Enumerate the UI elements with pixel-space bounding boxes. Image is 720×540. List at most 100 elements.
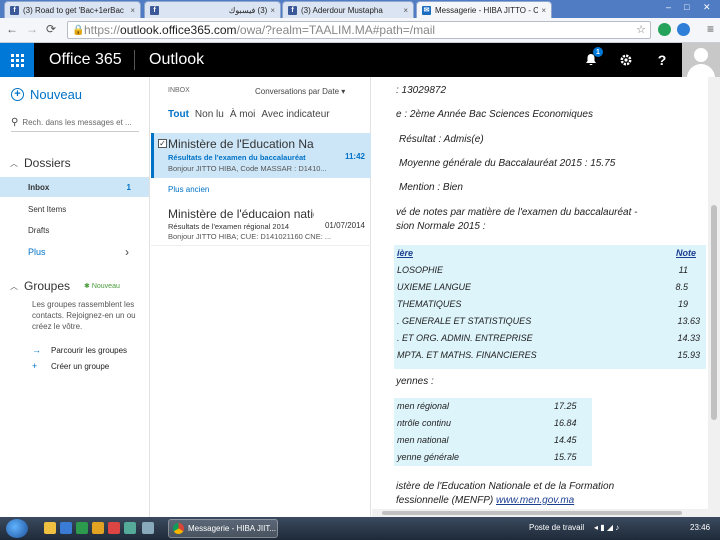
reload-icon[interactable]: ⟳ <box>46 22 56 36</box>
more-folders-link[interactable]: Plus › <box>0 242 149 262</box>
new-message-button[interactable]: + Nouveau <box>11 87 82 102</box>
notifications-bell-icon[interactable]: 1 <box>573 43 609 77</box>
tray-icons[interactable]: ◂ ▮ ◢ ♪ <box>594 523 619 532</box>
facebook-icon: f <box>288 5 297 15</box>
filter-bar: Tout Non lu À moi Avec indicateur <box>168 109 330 120</box>
windows-taskbar: Messagerie - HIBA JIIT... Poste de trava… <box>0 517 720 540</box>
groups-new-badge: ✱ Nouveau <box>84 283 120 290</box>
office365-brand[interactable]: Office 365 <box>49 51 122 69</box>
close-tab-icon[interactable]: × <box>403 6 408 15</box>
scrollbar-thumb[interactable] <box>382 511 682 515</box>
result-line: Résultat : Admis(e) <box>399 134 484 145</box>
filter-flagged[interactable]: Avec indicateur <box>261 109 329 120</box>
scrollbar-thumb[interactable] <box>711 205 717 420</box>
grade-subject: . GENERALE ET STATISTIQUES <box>397 316 532 326</box>
maximize-window-icon[interactable]: □ <box>684 2 689 12</box>
grade-subject: THEMATIQUES <box>397 299 462 309</box>
folder-icon[interactable] <box>44 522 56 534</box>
folder-item-sent[interactable]: Sent Items <box>0 199 149 219</box>
folder-item-drafts[interactable]: Drafts <box>0 220 149 240</box>
ministry-website-link[interactable]: www.men.gov.ma <box>496 495 574 506</box>
grade-value: 8.5 <box>675 282 688 292</box>
app-icon[interactable] <box>142 522 154 534</box>
message-item[interactable]: Ministère de l'éducaion nationale Résult… <box>151 201 371 246</box>
browser-tab[interactable]: f (3) Road to get 'Bac+1erBac × <box>4 1 141 18</box>
start-button-icon[interactable] <box>6 519 28 538</box>
user-avatar[interactable] <box>682 43 720 77</box>
filter-to-me[interactable]: À moi <box>230 109 256 120</box>
grade-subject: . ET ORG. ADMIN. ENTREPRISE <box>397 333 533 343</box>
app-launcher-icon[interactable] <box>0 43 34 77</box>
facebook-icon: f <box>150 5 159 15</box>
average-value: 17.25 <box>554 401 577 411</box>
browser-tab[interactable]: f (3) Aderdour Mustapha × <box>282 1 414 18</box>
tab-title: (3) Aderdour Mustapha <box>301 5 383 15</box>
browser-menu-icon[interactable]: ≡ <box>707 22 714 36</box>
average-label: men régional <box>397 401 450 411</box>
back-arrow-icon[interactable]: ← <box>6 22 18 36</box>
address-bar[interactable]: 🔒 https://outlook.office365.com/owa/?rea… <box>67 21 651 39</box>
grade-value: 13.63 <box>677 316 700 326</box>
bookmark-star-icon[interactable]: ☆ <box>636 22 646 39</box>
more-label: Plus <box>28 247 46 257</box>
plus-icon: + <box>11 88 24 101</box>
message-item-selected[interactable]: ✓ Ministère de l'Education Nationale Rés… <box>151 133 371 178</box>
url-scheme: https:// <box>84 23 121 37</box>
close-tab-icon[interactable]: × <box>270 6 275 15</box>
table-row: . ET ORG. ADMIN. ENTREPRISE 14.33 <box>394 330 706 347</box>
average-label: men national <box>397 435 449 445</box>
average-line: Moyenne générale du Baccalauréat 2015 : … <box>399 158 616 169</box>
app-icon[interactable] <box>60 522 72 534</box>
chrome-icon[interactable] <box>108 522 120 534</box>
grade-value: 15.93 <box>677 350 700 360</box>
filter-unread[interactable]: Non lu <box>195 109 224 120</box>
chevron-up-icon: ︿ <box>10 158 18 168</box>
grade-subject: LOSOPHIE <box>397 265 444 275</box>
chrome-icon <box>173 523 184 534</box>
groups-section-toggle[interactable]: ︿ Groupes ✱ Nouveau <box>10 279 120 293</box>
app-icon[interactable] <box>76 522 88 534</box>
browser-tab[interactable]: f (3) فيسبوك × <box>144 1 281 18</box>
header-divider <box>134 50 135 70</box>
table-row: THEMATIQUES 19 <box>394 296 706 313</box>
minimize-window-icon[interactable]: – <box>666 2 671 12</box>
browse-groups-link[interactable]: → Parcourir les groupes <box>32 345 127 355</box>
groups-new-label: Nouveau <box>91 283 120 290</box>
message-subject: Résultats de l'examen régional 2014 <box>168 222 290 231</box>
app-icon[interactable] <box>124 522 136 534</box>
averages-heading: yennes : <box>396 376 434 387</box>
message-sender: Ministère de l'éducaion nationale <box>168 207 314 221</box>
app-name[interactable]: Outlook <box>149 51 204 69</box>
vertical-scrollbar[interactable] <box>708 77 720 517</box>
app-icon[interactable] <box>92 522 104 534</box>
create-group-link[interactable]: + Créer un groupe <box>32 361 109 371</box>
browser-tab-active[interactable]: ✉ Messagerie - HIBA JITTO - C × <box>416 1 552 18</box>
extension-icon[interactable] <box>658 23 671 36</box>
message-checkbox[interactable]: ✓ <box>158 139 167 148</box>
clock[interactable]: 23:46 <box>690 523 710 532</box>
lock-icon: 🔒 <box>72 25 85 36</box>
message-time: 11:42 <box>344 152 365 161</box>
close-tab-icon[interactable]: × <box>130 6 135 15</box>
taskbar-item-chrome[interactable]: Messagerie - HIBA JIIT... <box>168 519 278 538</box>
search-input[interactable]: ⚲ Rech. dans les messages et ... <box>11 114 139 132</box>
caret-down-icon: ▾ <box>341 87 346 96</box>
close-tab-icon[interactable]: × <box>541 6 546 15</box>
filter-all[interactable]: Tout <box>168 109 189 120</box>
folders-section-toggle[interactable]: ︿ Dossiers <box>10 156 71 170</box>
help-icon[interactable]: ? <box>644 43 680 77</box>
forward-arrow-icon[interactable]: → <box>26 22 38 36</box>
mail-icon: ✉ <box>422 5 431 15</box>
extension-icon[interactable] <box>677 23 690 36</box>
sort-dropdown[interactable]: Conversations par Date ▾ <box>255 87 345 96</box>
create-group-label: Créer un groupe <box>51 361 110 371</box>
message-preview: Bonjour JITTO HIBA, Code MASSAR : D1410.… <box>168 164 327 173</box>
tab-title: Messagerie - HIBA JITTO - C <box>435 5 539 15</box>
horizontal-scrollbar[interactable] <box>372 509 708 517</box>
average-label: yenne générale <box>397 452 460 462</box>
close-window-icon[interactable]: ✕ <box>703 2 711 13</box>
settings-gear-icon[interactable] <box>608 43 644 77</box>
grade-subject: UXIEME LANGUE <box>397 282 472 292</box>
groups-heading: Groupes <box>24 279 71 293</box>
folder-item-inbox[interactable]: Inbox 1 <box>0 177 149 197</box>
